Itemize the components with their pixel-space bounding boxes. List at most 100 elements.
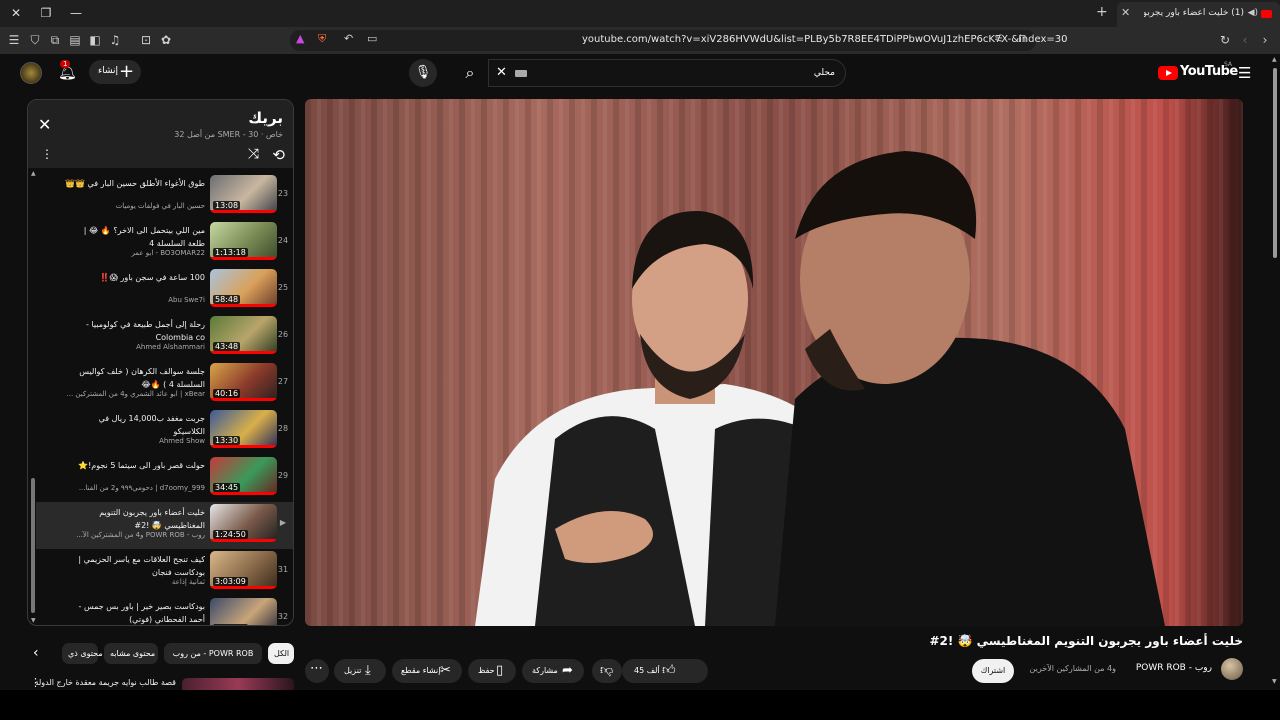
chevron-left-icon[interactable]: ‹ [33, 645, 39, 661]
playlist-item[interactable]: ▶ 1:24:50 خليت أعضاء باور يجربون التنويم ا… [36, 502, 293, 549]
scroll-down-icon[interactable]: ▼ [31, 617, 36, 624]
translate-icon[interactable]: ↶ [344, 32, 353, 45]
playlist-item[interactable]: 26 43:48 رحلة إلى أجمل طبيعة في كولومبيا -… [36, 314, 293, 358]
shuffle-icon[interactable]: ⤨ [248, 146, 259, 162]
playlist-item-duration: 40:16 [213, 389, 241, 398]
chip-from-channel[interactable]: من روب - POWR ROB [164, 643, 262, 664]
clip-button[interactable]: ✂ إنشاء مقطع [392, 659, 462, 683]
playlist-item[interactable]: 29 34:45 حولت قصر باور الى سيتما 5 نجوم!⭐ d… [36, 455, 293, 499]
playlist-item-title: رحلة إلى أجمل طبيعة في كولومبيا - Colomb… [86, 320, 205, 342]
brave-shield-icon[interactable]: ⛨ [318, 32, 326, 46]
chip-other[interactable]: محتوى ذي [62, 643, 103, 664]
screenshot-icon[interactable]: ⊡ [138, 32, 154, 48]
more-icon: ⋯ [310, 661, 323, 676]
playlist-item-thumbnail[interactable]: 1:13:18 [210, 222, 277, 260]
playlist-item[interactable]: 32 1:55:37 بودكاست بصير خير | باور بس جمس … [36, 596, 293, 626]
channel-collaborators[interactable]: و4 من المشاركين الآخرين [1030, 664, 1116, 673]
playlist-item[interactable]: 27 40:16 جلسة سوالف الكرهان ( خلف كواليس ا… [36, 361, 293, 405]
playlist-item-thumbnail[interactable]: 1:55:37 [210, 598, 277, 625]
channel-avatar[interactable] [1221, 658, 1243, 680]
chip-all[interactable]: الكل [268, 643, 294, 664]
page-scrollbar[interactable]: ▲ ▼ [1272, 56, 1278, 690]
address-bar[interactable]: ▲ ⛨ ↶ ▭ youtube.com/watch?v=xiV286HVWdU&… [290, 30, 1068, 51]
new-tab-button[interactable]: + [1096, 4, 1108, 20]
recommendation-item[interactable]: ⋮ قصة طالب نوايه جريمة معقدة خارج الدولة… [27, 676, 294, 690]
clip-label: إنشاء مقطع [401, 666, 441, 675]
shield-icon[interactable]: ⛉ [27, 32, 43, 48]
bookmarks-icon[interactable]: ⧉ [47, 32, 63, 48]
vpn-icon[interactable]: ▲ [296, 32, 304, 45]
browser-tab[interactable]: ✕ (1) خليت أعضاء باور يجربون التن... ◀) [1117, 2, 1280, 27]
save-button[interactable]: ▯ حفظ [468, 659, 516, 683]
more-actions-button[interactable]: ⋯ [305, 659, 329, 683]
watched-progress-bar [210, 586, 277, 589]
playlist-item[interactable]: 25 58:48 100 ساعة في سجن باور 😱‼️ Abu Swe7i [36, 267, 293, 311]
video-player[interactable] [305, 99, 1243, 626]
playlist-title[interactable]: بريك [248, 109, 283, 127]
dislike-icon[interactable]: 👎︎ [600, 663, 613, 678]
url-settings-icon[interactable]: ⚟ [994, 32, 1004, 45]
window-minimize-icon[interactable]: — [66, 4, 86, 22]
playlist-item-thumbnail[interactable]: 43:48 [210, 316, 277, 354]
search-icon[interactable]: ⌕ [452, 59, 488, 87]
share-button[interactable]: ➦ مشاركة [522, 659, 584, 683]
create-button[interactable]: + إنشاء [89, 60, 141, 84]
download-button[interactable]: ⤓ تنزيل [334, 659, 386, 683]
mic-icon[interactable]: 🎙︎ [409, 59, 437, 87]
playlist-item[interactable]: 31 3:03:09 كيف تنجح العلاقات مع ياسر الحزي… [36, 549, 293, 593]
loop-icon[interactable]: ⟲ [272, 146, 285, 164]
playlist-item-thumbnail[interactable]: 13:30 [210, 410, 277, 448]
reader-icon[interactable]: ▤ [67, 32, 83, 48]
account-avatar[interactable] [20, 62, 42, 84]
like-icon[interactable]: 👍︎ [662, 663, 676, 678]
watched-progress-bar [210, 210, 277, 213]
reload-icon[interactable]: ↻ [1217, 32, 1233, 48]
playlist-item-thumbnail[interactable]: 58:48 [210, 269, 277, 307]
channel-name[interactable]: روب - POWR ROB [1136, 663, 1212, 673]
playlist-item[interactable]: 23 13:08 طوق الأغواء الأطلق حسين البار في … [36, 173, 293, 217]
dislike-button[interactable]: 👎︎ [592, 659, 622, 683]
browser-tab-bar: ✕ ❐ — + ✕ (1) خليت أعضاء باور يجربون الت… [0, 0, 1280, 27]
page-scroll-down-icon[interactable]: ▼ [1272, 678, 1277, 685]
window-maximize-icon[interactable]: ❐ [36, 4, 56, 22]
download-label: تنزيل [344, 666, 362, 675]
chip-similar[interactable]: محتوى مشابه [104, 643, 158, 664]
playlist-item-channel: جام ستديو [65, 625, 205, 626]
kebab-icon[interactable]: ⋮ [41, 147, 53, 161]
watched-progress-bar [210, 539, 277, 542]
extensions-icon[interactable]: ✿ [158, 32, 174, 48]
clear-search-icon[interactable]: ✕ [496, 65, 507, 80]
scroll-up-icon[interactable]: ▲ [31, 170, 36, 177]
music-icon[interactable]: ♫ [107, 32, 123, 48]
playlist-item-thumbnail[interactable]: 13:08 [210, 175, 277, 213]
keyboard-icon[interactable] [515, 70, 527, 77]
bookmark-icon[interactable]: ⊓ [1018, 32, 1027, 45]
close-icon[interactable]: ✕ [38, 115, 51, 134]
playlist-item-thumbnail[interactable]: 34:45 [210, 457, 277, 495]
subscribe-button[interactable]: اشتراك [972, 659, 1014, 683]
search-input[interactable]: ✕ محلي [488, 59, 846, 87]
playlist-item-duration: 3:03:09 [213, 577, 248, 586]
tab-audio-icon[interactable]: ◀) [1248, 8, 1258, 18]
back-icon[interactable]: › [1257, 32, 1273, 48]
page-scroll-up-icon[interactable]: ▲ [1272, 56, 1277, 63]
playlist-item[interactable]: 24 1:13:18 مين اللي بيتحمل الى الاخر؟ 🔥 😂 … [36, 220, 293, 264]
forward-icon[interactable]: ‹ [1237, 32, 1253, 48]
playlist-scrollbar[interactable] [31, 478, 35, 613]
bell-icon[interactable]: 🔔︎ 1 [58, 60, 80, 85]
playlist-item-thumbnail[interactable]: 1:24:50 [210, 504, 277, 542]
recommendation-thumbnail[interactable] [182, 678, 294, 690]
playlist-item-index: 24 [277, 236, 289, 245]
playlist-item-thumbnail[interactable]: 3:03:09 [210, 551, 277, 589]
tab-close-icon[interactable]: ✕ [1121, 6, 1130, 19]
cast-icon[interactable]: ▭ [367, 32, 377, 45]
playlist-item-thumbnail[interactable]: 40:16 [210, 363, 277, 401]
hamburger-icon[interactable]: ☰ [1238, 64, 1251, 82]
sidebar-toggle-icon[interactable]: ☰ [6, 32, 22, 48]
watched-progress-bar [210, 257, 277, 260]
panel-icon[interactable]: ◧ [87, 32, 103, 48]
window-close-icon[interactable]: ✕ [6, 4, 26, 22]
playlist-item[interactable]: 28 13:30 جربت مغفد ب14,000 ريال في الكلاسي… [36, 408, 293, 452]
playlist-item-title: بودكاست بصير خير | باور بس جمس - أحمد ال… [78, 602, 205, 624]
page-scroll-thumb[interactable] [1273, 68, 1277, 258]
